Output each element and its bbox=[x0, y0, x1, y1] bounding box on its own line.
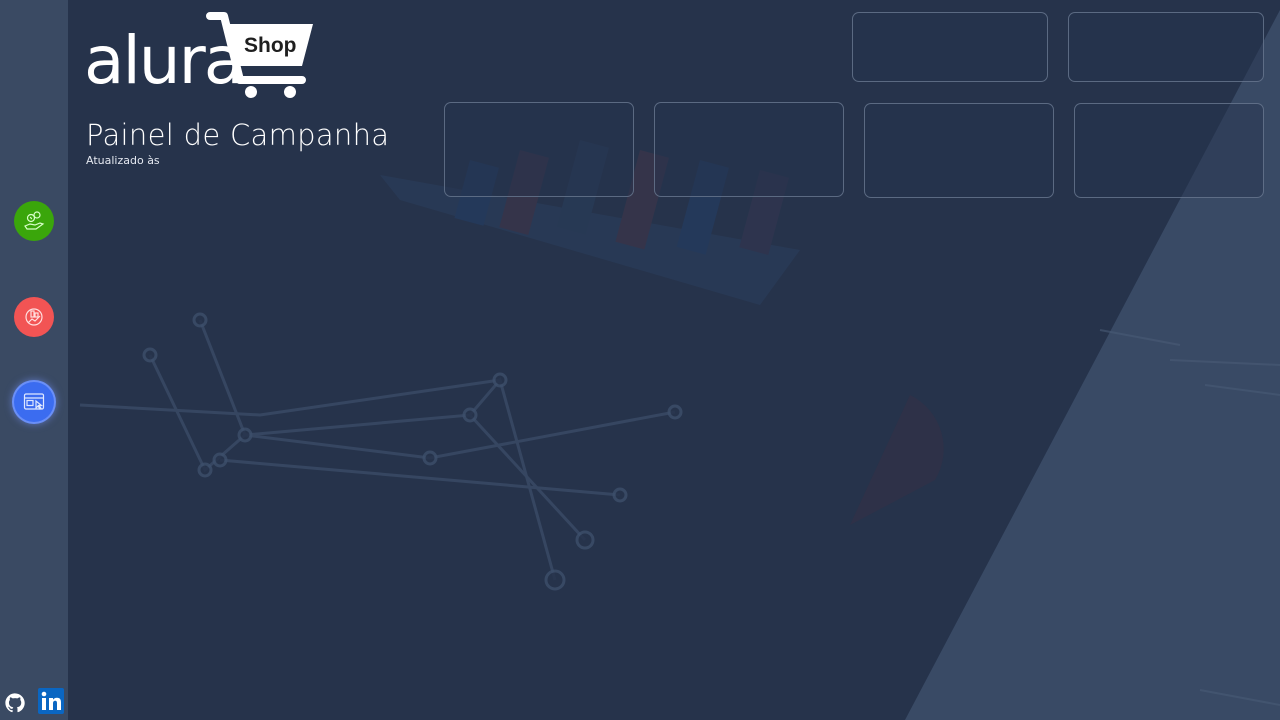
target-chart-icon bbox=[25, 308, 43, 326]
nav-marketing-button[interactable] bbox=[14, 382, 54, 422]
nav-sales-button[interactable] bbox=[14, 201, 54, 241]
nav-performance-button[interactable] bbox=[14, 297, 54, 337]
cart-label: Shop bbox=[244, 34, 297, 57]
github-link[interactable] bbox=[4, 692, 26, 714]
money-hand-icon bbox=[24, 211, 45, 230]
linkedin-link[interactable] bbox=[38, 688, 64, 714]
linkedin-icon bbox=[38, 688, 64, 714]
page-title: Painel de Campanha bbox=[86, 118, 390, 152]
metric-card-3 bbox=[864, 103, 1054, 198]
updated-timestamp: Atualizado às bbox=[86, 154, 160, 167]
metric-card-top-1 bbox=[852, 12, 1048, 82]
github-icon bbox=[5, 693, 25, 713]
browser-cursor-icon bbox=[23, 393, 45, 410]
sidebar bbox=[0, 0, 68, 720]
metric-card-4 bbox=[1074, 103, 1264, 198]
social-links bbox=[4, 688, 64, 714]
metric-card-2 bbox=[654, 102, 844, 197]
metric-card-1 bbox=[444, 102, 634, 197]
metric-card-top-2 bbox=[1068, 12, 1264, 82]
